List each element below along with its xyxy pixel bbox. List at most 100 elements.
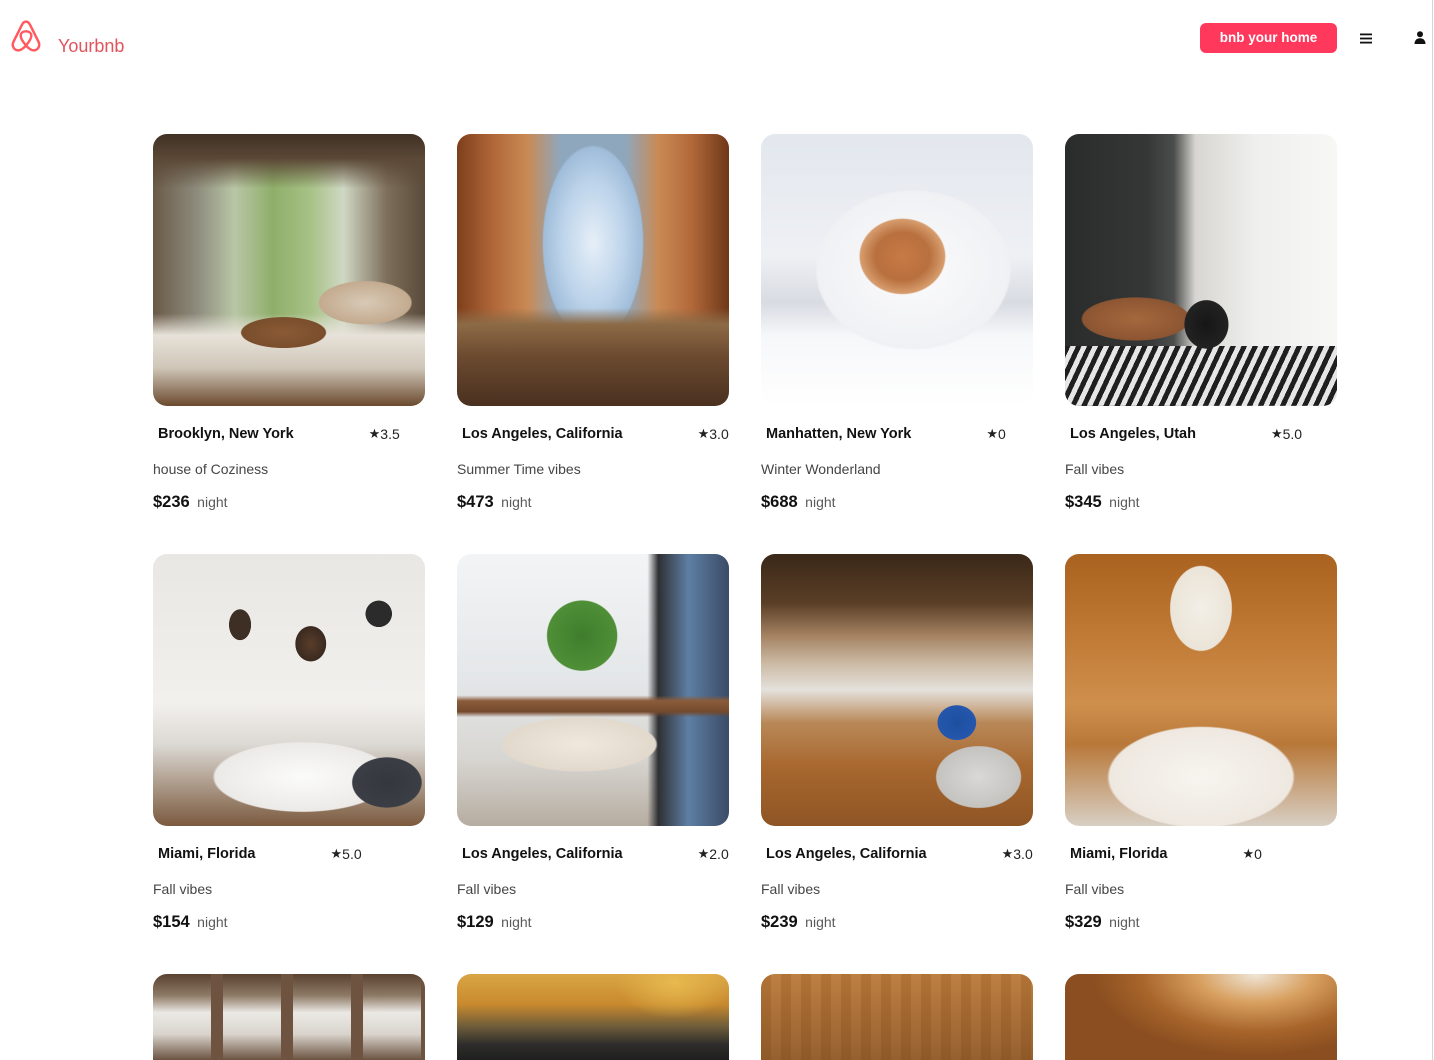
airbnb-belo-icon [9,19,43,53]
rating-value: 2.0 [709,846,729,862]
listing-location: Brooklyn, New York [158,426,294,442]
listing-photo[interactable] [1065,974,1337,1060]
user-icon[interactable] [1414,31,1426,44]
listing-description: house of Coziness [153,461,269,477]
price-unit: night [501,494,532,510]
listing-price: $129 [457,913,494,931]
rating-value: 3.0 [709,426,729,442]
star-icon [1271,424,1283,444]
listing-header: Los Angeles, California 3.0 [457,425,729,443]
listing-location: Los Angeles, California [462,426,623,442]
star-icon [1002,844,1014,864]
listing-photo[interactable] [153,134,425,406]
star-icon [1243,844,1255,864]
listing-photo[interactable] [761,554,1033,826]
hamburger-menu-icon[interactable] [1360,33,1372,44]
listing-rating: 3.0 [1002,844,1033,864]
listing-card[interactable]: Los Angeles, California 3.0 Fall vibes $… [761,554,1033,942]
listing-description: Fall vibes [1065,881,1125,897]
listing-price: $239 [761,913,798,931]
listing-card[interactable] [1065,974,1337,1060]
rating-value: 5.0 [1282,426,1303,442]
listing-price-row: $688 night [761,493,836,511]
listing-description: Fall vibes [1065,461,1125,477]
listing-header: Manhatten, New York 0 [761,425,1006,443]
listing-photo[interactable] [761,134,1033,406]
listing-location: Los Angeles, Utah [1070,426,1196,442]
listing-rating: 0 [1243,844,1262,864]
star-icon [986,424,998,444]
listing-price-row: $239 night [761,913,836,931]
listing-price-row: $236 night [153,493,228,511]
logo-link[interactable]: Yourbnb [9,19,124,56]
listing-price-row: $329 night [1065,913,1140,931]
listing-description: Fall vibes [153,881,213,897]
listing-price-row: $154 night [153,913,228,931]
listing-location: Los Angeles, California [462,846,623,862]
price-unit: night [1109,914,1140,930]
star-icon [331,844,343,864]
listing-header: Los Angeles, California 3.0 [761,845,1033,863]
listing-header: Los Angeles, California 2.0 [457,845,729,863]
price-unit: night [197,914,228,930]
listing-card[interactable]: Brooklyn, New York 3.5 house of Coziness… [153,134,425,522]
listing-location: Miami, Florida [1070,846,1168,862]
price-unit: night [805,494,836,510]
rating-value: 3.0 [1013,846,1033,862]
rating-value: 5.0 [342,846,362,862]
listing-photo[interactable] [1065,554,1337,826]
listing-card[interactable]: Los Angeles, Utah 5.0 Fall vibes $345 ni… [1065,134,1337,522]
listing-rating: 3.5 [369,424,399,444]
top-nav: Yourbnb bnb your home [0,0,1434,80]
price-unit: night [1109,494,1140,510]
listing-card[interactable] [457,974,729,1060]
listing-photo[interactable] [153,554,425,826]
price-unit: night [805,914,836,930]
listing-card[interactable] [761,974,1033,1060]
rating-value: 0 [997,426,1006,442]
listing-description: Summer Time vibes [457,461,581,477]
listing-card[interactable] [153,974,425,1060]
page: Yourbnb bnb your home Brooklyn, New York [0,0,1434,1060]
listing-card[interactable]: Miami, Florida 5.0 Fall vibes $154 night [153,554,425,942]
price-unit: night [501,914,532,930]
listing-location: Manhatten, New York [766,426,912,442]
listing-rating: 0 [986,424,1006,444]
listing-price: $236 [153,493,190,511]
listing-price: $688 [761,493,798,511]
listing-price: $473 [457,493,494,511]
listing-price-row: $345 night [1065,493,1140,511]
listing-photo[interactable] [457,134,729,406]
listing-description: Fall vibes [457,881,517,897]
bnb-your-home-button[interactable]: bnb your home [1200,23,1337,53]
price-unit: night [197,494,228,510]
star-icon [369,424,381,444]
listing-rating: 3.0 [698,424,729,444]
listing-card[interactable]: Miami, Florida 0 Fall vibes $329 night [1065,554,1337,942]
listing-price: $154 [153,913,190,931]
listing-header: Brooklyn, New York 3.5 [153,425,400,443]
listing-location: Los Angeles, California [766,846,927,862]
listing-price: $345 [1065,493,1102,511]
listing-price: $329 [1065,913,1102,931]
listing-photo[interactable] [457,974,729,1060]
listing-card[interactable]: Manhatten, New York 0 Winter Wonderland … [761,134,1033,522]
listing-card[interactable]: Los Angeles, California 2.0 Fall vibes $… [457,554,729,942]
listing-photo[interactable] [1065,134,1337,406]
listing-rating: 5.0 [331,844,362,864]
listing-photo[interactable] [761,974,1033,1060]
listing-card[interactable]: Los Angeles, California 3.0 Summer Time … [457,134,729,522]
brand-name: Yourbnb [58,36,125,56]
listing-photo[interactable] [153,974,425,1060]
listing-description: Fall vibes [761,881,821,897]
listing-header: Los Angeles, Utah 5.0 [1065,425,1302,443]
window-edge-divider [1432,0,1433,1060]
listing-price-row: $473 night [457,493,532,511]
listing-header: Miami, Florida 0 [1065,845,1262,863]
listing-header: Miami, Florida 5.0 [153,845,362,863]
listing-price-row: $129 night [457,913,532,931]
listing-description: Winter Wonderland [761,461,881,477]
listing-photo[interactable] [457,554,729,826]
star-icon [698,844,710,864]
rating-value: 0 [1254,846,1262,862]
